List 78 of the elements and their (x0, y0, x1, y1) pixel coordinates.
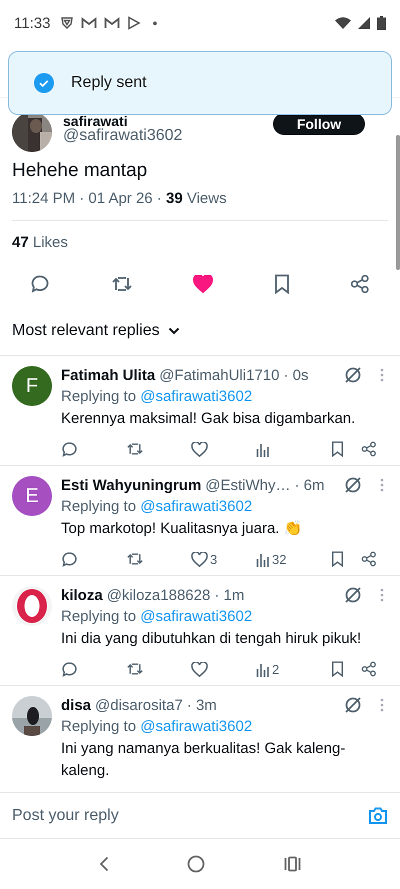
chevron-down-icon[interactable] (168, 327, 180, 335)
bookmark-icon[interactable] (331, 441, 344, 457)
views-icon[interactable] (256, 442, 270, 456)
share-icon[interactable] (361, 661, 377, 677)
replying-to-text: Replying to @safirawati3602 (61, 607, 254, 627)
repost-icon[interactable] (126, 551, 144, 567)
reply-author-name[interactable]: Esti Wahyuningrum (61, 476, 202, 494)
recents-icon[interactable] (284, 856, 301, 872)
follow-button[interactable]: Follow (273, 113, 365, 135)
replying-to-text: Replying to @safirawati3602 (61, 717, 254, 737)
play-icon (127, 16, 142, 30)
avatar[interactable]: E (12, 476, 52, 516)
author-handle[interactable]: @safirawati3602 (63, 126, 262, 146)
shield-icon (60, 16, 74, 30)
post-meta: 11:24 PM · 01 Apr 26 · 39 Views (11, 189, 228, 209)
repost-icon[interactable] (110, 274, 132, 294)
repost-icon[interactable] (126, 441, 144, 457)
scrollbar[interactable] (396, 135, 400, 270)
toast-message: Reply sent (71, 74, 147, 92)
reply-text: Ini yang namanya berkualitas! Gak kaleng-kaleng. (61, 739, 346, 781)
reply-time: · 1m (214, 586, 244, 604)
heart-icon[interactable] (191, 662, 208, 676)
comment-icon[interactable] (61, 660, 78, 678)
reply-text: Kerennya maksimal! Gak bisa digambarkan. (61, 409, 356, 429)
sort-dropdown[interactable]: Most relevant replies (12, 322, 160, 340)
share-icon[interactable] (361, 551, 377, 567)
reply-time: · 3m (186, 696, 217, 714)
comment-icon[interactable] (61, 550, 78, 568)
heart-icon[interactable] (191, 442, 208, 456)
views-count: 32 (272, 552, 286, 566)
views-count: 2 (272, 662, 280, 676)
comment-icon[interactable] (61, 440, 78, 458)
notification-dot: • (152, 15, 158, 31)
reply-author-name[interactable]: kiloza (61, 586, 103, 604)
author-name[interactable]: safirawati (63, 116, 262, 126)
replying-to-text: Replying to @safirawati3602 (61, 497, 254, 517)
reply-time: · 0s (283, 366, 308, 384)
reply-text: Ini dia yang dibutuhkan di tengah hiruk pikuk! (61, 629, 362, 649)
reply-author-name[interactable]: Fatimah Ulita (61, 366, 156, 384)
bookmark-icon[interactable] (331, 661, 344, 677)
replying-to-text: Replying to @safirawati3602 (61, 387, 254, 407)
reply-field[interactable]: Post your reply (12, 806, 368, 824)
camera-icon[interactable] (368, 806, 388, 824)
avatar[interactable]: F (12, 366, 52, 406)
wifi-icon (335, 17, 351, 29)
like-count: 3 (210, 552, 218, 566)
slashed-circle-icon[interactable] (344, 476, 362, 494)
bookmark-icon[interactable] (331, 551, 344, 567)
share-icon[interactable] (350, 274, 370, 294)
reply-author-handle[interactable]: @EstiWhy… (205, 476, 291, 494)
repost-icon[interactable] (126, 661, 144, 677)
heart-icon[interactable] (193, 275, 213, 293)
comment-icon[interactable] (30, 274, 50, 294)
home-icon[interactable] (187, 855, 206, 873)
signal-icon (358, 17, 370, 29)
mail-icon (81, 16, 98, 30)
views-icon[interactable] (256, 662, 270, 676)
slashed-circle-icon[interactable] (344, 586, 362, 604)
likes-count[interactable]: 47 Likes (0, 221, 400, 253)
reply-time: · 6m (294, 476, 325, 494)
status-time: 11:33 (14, 14, 50, 32)
reply-author-handle[interactable]: @FatimahUli1710 (159, 366, 280, 384)
battery-icon (377, 16, 386, 30)
reply-author-handle[interactable]: @kiloza188628 (106, 586, 210, 604)
check-circle-icon (34, 73, 54, 93)
back-icon[interactable] (99, 856, 110, 872)
slashed-circle-icon[interactable] (344, 696, 362, 714)
views-icon[interactable] (256, 552, 270, 566)
share-icon[interactable] (361, 441, 377, 457)
bookmark-icon[interactable] (274, 274, 290, 294)
heart-icon[interactable] (191, 552, 208, 566)
post-text: Hehehe mantap (11, 159, 148, 183)
mail-icon (104, 16, 120, 30)
slashed-circle-icon[interactable] (344, 366, 362, 384)
avatar-ring-icon[interactable] (12, 586, 52, 626)
reply-text: Top markotop! Kualitasnya juara. 👏 (61, 519, 304, 539)
reply-author-handle[interactable]: @disarosita7 (95, 696, 183, 714)
reply-author-name[interactable]: disa (61, 696, 92, 714)
